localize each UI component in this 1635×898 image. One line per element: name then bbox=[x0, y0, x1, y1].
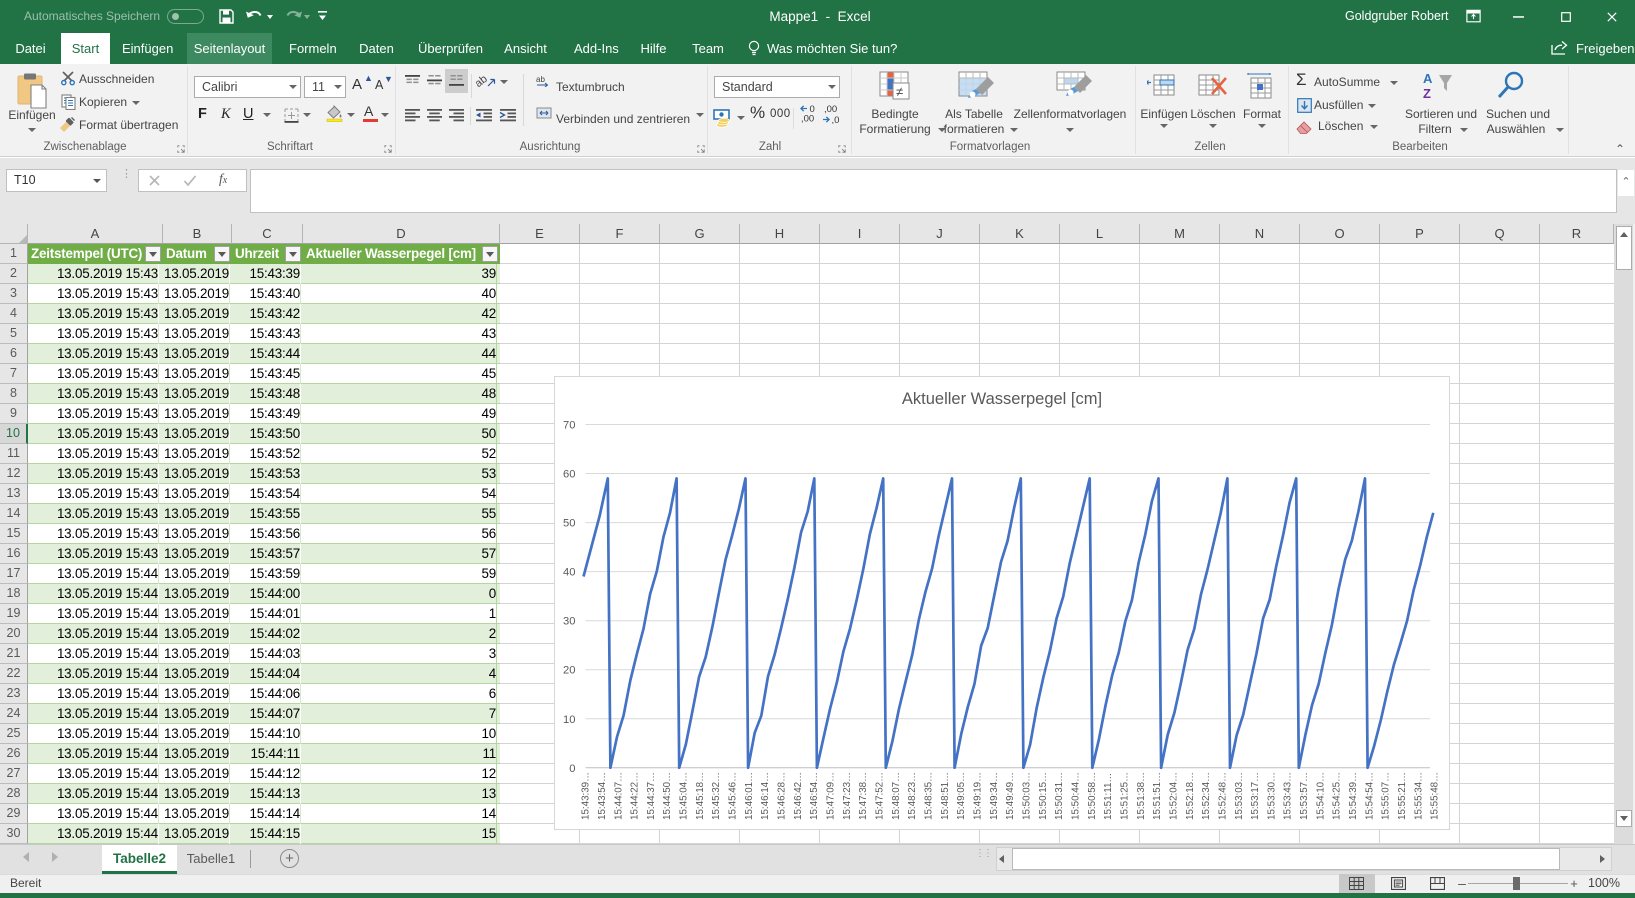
svg-text:15:49:34…: 15:49:34… bbox=[989, 772, 1000, 820]
svg-text:15:54:25…: 15:54:25… bbox=[1332, 772, 1343, 820]
svg-text:15:52:04…: 15:52:04… bbox=[1168, 772, 1179, 820]
svg-text:15:45:46…: 15:45:46… bbox=[728, 772, 739, 820]
svg-text:30: 30 bbox=[563, 616, 575, 628]
svg-text:15:47:09…: 15:47:09… bbox=[826, 772, 837, 820]
svg-text:15:43:39…: 15:43:39… bbox=[581, 772, 592, 820]
svg-text:15:47:38…: 15:47:38… bbox=[858, 772, 869, 820]
svg-text:ab: ab bbox=[476, 73, 490, 90]
svg-text:15:49:05…: 15:49:05… bbox=[956, 772, 967, 820]
svg-text:15:44:22…: 15:44:22… bbox=[630, 772, 641, 820]
svg-text:15:50:03…: 15:50:03… bbox=[1022, 772, 1033, 820]
svg-text:15:51:51…: 15:51:51… bbox=[1152, 772, 1163, 820]
svg-text:15:48:23…: 15:48:23… bbox=[907, 772, 918, 820]
svg-text:15:44:50…: 15:44:50… bbox=[662, 772, 673, 820]
svg-text:15:53:43…: 15:53:43… bbox=[1283, 772, 1294, 820]
svg-text:15:52:18…: 15:52:18… bbox=[1185, 772, 1196, 820]
svg-text:Z: Z bbox=[1423, 86, 1431, 101]
svg-text:70: 70 bbox=[563, 420, 575, 432]
svg-text:15:55:48…: 15:55:48… bbox=[1430, 772, 1441, 820]
svg-text:15:45:18…: 15:45:18… bbox=[695, 772, 706, 820]
svg-text:≠: ≠ bbox=[896, 84, 903, 99]
svg-text:15:53:17…: 15:53:17… bbox=[1250, 772, 1261, 820]
svg-text:15:53:57…: 15:53:57… bbox=[1299, 772, 1310, 820]
svg-text:60: 60 bbox=[563, 469, 575, 481]
svg-text:15:46:01…: 15:46:01… bbox=[744, 772, 755, 820]
svg-text:,00: ,00 bbox=[824, 104, 837, 115]
svg-text:15:54:10…: 15:54:10… bbox=[1315, 772, 1326, 820]
svg-text:15:50:58…: 15:50:58… bbox=[1087, 772, 1098, 820]
svg-text:15:50:31…: 15:50:31… bbox=[1054, 772, 1065, 820]
svg-text:10: 10 bbox=[563, 714, 575, 726]
svg-text:15:54:39…: 15:54:39… bbox=[1348, 772, 1359, 820]
svg-text:ab: ab bbox=[536, 75, 545, 84]
svg-text:15:45:32…: 15:45:32… bbox=[711, 772, 722, 820]
svg-text:,0: ,0 bbox=[832, 115, 840, 124]
svg-text:15:47:23…: 15:47:23… bbox=[842, 772, 853, 820]
svg-text:15:47:52…: 15:47:52… bbox=[875, 772, 886, 820]
svg-text:15:50:15…: 15:50:15… bbox=[1038, 772, 1049, 820]
svg-text:15:52:34…: 15:52:34… bbox=[1201, 772, 1212, 820]
svg-text:15:51:25…: 15:51:25… bbox=[1120, 772, 1131, 820]
svg-text:15:53:03…: 15:53:03… bbox=[1234, 772, 1245, 820]
svg-text:15:53:30…: 15:53:30… bbox=[1266, 772, 1277, 820]
svg-text:15:48:51…: 15:48:51… bbox=[940, 772, 951, 820]
svg-text:15:48:35…: 15:48:35… bbox=[924, 772, 935, 820]
svg-text:15:44:07…: 15:44:07… bbox=[613, 772, 624, 820]
svg-text:0: 0 bbox=[569, 763, 575, 775]
svg-text:15:45:04…: 15:45:04… bbox=[679, 772, 690, 820]
svg-text:15:49:19…: 15:49:19… bbox=[973, 772, 984, 820]
svg-text:20: 20 bbox=[563, 665, 575, 677]
svg-text:15:46:28…: 15:46:28… bbox=[777, 772, 788, 820]
svg-text:15:55:34…: 15:55:34… bbox=[1413, 772, 1424, 820]
svg-text:50: 50 bbox=[563, 518, 575, 530]
svg-text:15:46:42…: 15:46:42… bbox=[793, 772, 804, 820]
svg-text:15:43:54…: 15:43:54… bbox=[597, 772, 608, 820]
svg-text:15:50:44…: 15:50:44… bbox=[1071, 772, 1082, 820]
svg-text:15:49:49…: 15:49:49… bbox=[1005, 772, 1016, 820]
svg-text:15:48:07…: 15:48:07… bbox=[891, 772, 902, 820]
svg-text:40: 40 bbox=[563, 567, 575, 579]
svg-text:15:55:07…: 15:55:07… bbox=[1381, 772, 1392, 820]
svg-text:15:46:14…: 15:46:14… bbox=[760, 772, 771, 820]
svg-text:,00: ,00 bbox=[801, 114, 814, 125]
svg-text:A: A bbox=[1423, 71, 1433, 86]
svg-text:15:51:38…: 15:51:38… bbox=[1136, 772, 1147, 820]
svg-text:15:51:11…: 15:51:11… bbox=[1103, 773, 1114, 820]
svg-text:15:46:54…: 15:46:54… bbox=[809, 772, 820, 820]
svg-text:15:52:48…: 15:52:48… bbox=[1217, 772, 1228, 820]
svg-text:15:44:37…: 15:44:37… bbox=[646, 772, 657, 820]
svg-text:15:54:54…: 15:54:54… bbox=[1364, 772, 1375, 820]
svg-text:15:55:21…: 15:55:21… bbox=[1397, 772, 1408, 820]
svg-text:Aktueller Wasserpegel [cm]: Aktueller Wasserpegel [cm] bbox=[902, 390, 1102, 408]
